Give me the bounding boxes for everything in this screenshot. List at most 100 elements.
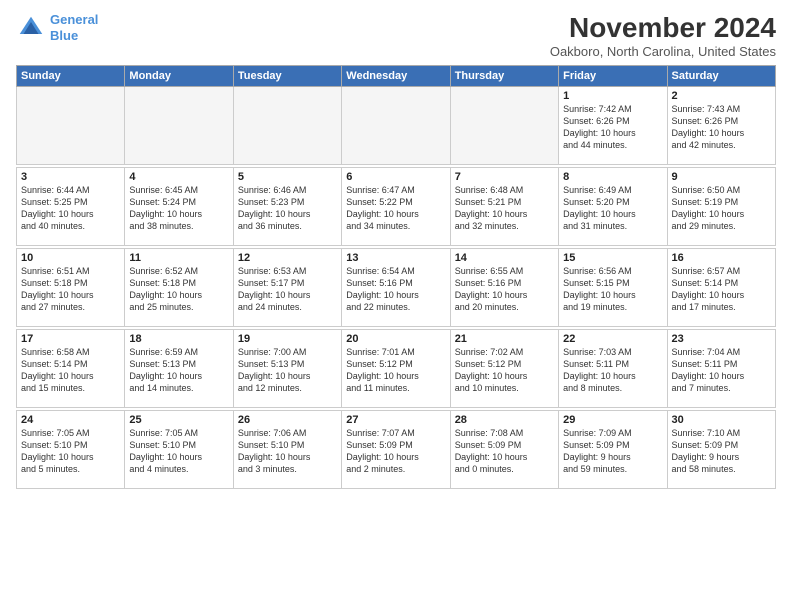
day-number: 22 [563, 333, 662, 345]
day-number: 1 [563, 90, 662, 102]
day-number: 7 [455, 171, 554, 183]
day-info: Sunrise: 6:55 AM Sunset: 5:16 PM Dayligh… [455, 265, 554, 314]
calendar-cell [17, 87, 125, 165]
day-number: 20 [346, 333, 445, 345]
day-number: 6 [346, 171, 445, 183]
location: Oakboro, North Carolina, United States [550, 44, 776, 59]
calendar-cell: 2Sunrise: 7:43 AM Sunset: 6:26 PM Daylig… [667, 87, 775, 165]
calendar-cell [450, 87, 558, 165]
day-number: 19 [238, 333, 337, 345]
day-info: Sunrise: 6:59 AM Sunset: 5:13 PM Dayligh… [129, 346, 228, 395]
day-number: 8 [563, 171, 662, 183]
day-number: 16 [672, 252, 771, 264]
day-info: Sunrise: 7:09 AM Sunset: 5:09 PM Dayligh… [563, 427, 662, 476]
calendar-cell: 25Sunrise: 7:05 AM Sunset: 5:10 PM Dayli… [125, 411, 233, 489]
day-number: 3 [21, 171, 120, 183]
day-info: Sunrise: 7:05 AM Sunset: 5:10 PM Dayligh… [21, 427, 120, 476]
day-info: Sunrise: 7:06 AM Sunset: 5:10 PM Dayligh… [238, 427, 337, 476]
day-number: 23 [672, 333, 771, 345]
day-number: 27 [346, 414, 445, 426]
header-thursday: Thursday [450, 66, 558, 87]
header-saturday: Saturday [667, 66, 775, 87]
day-info: Sunrise: 7:42 AM Sunset: 6:26 PM Dayligh… [563, 103, 662, 152]
calendar-cell [342, 87, 450, 165]
day-info: Sunrise: 6:54 AM Sunset: 5:16 PM Dayligh… [346, 265, 445, 314]
day-info: Sunrise: 6:58 AM Sunset: 5:14 PM Dayligh… [21, 346, 120, 395]
calendar-cell: 4Sunrise: 6:45 AM Sunset: 5:24 PM Daylig… [125, 168, 233, 246]
day-info: Sunrise: 6:45 AM Sunset: 5:24 PM Dayligh… [129, 184, 228, 233]
calendar-cell: 22Sunrise: 7:03 AM Sunset: 5:11 PM Dayli… [559, 330, 667, 408]
header-friday: Friday [559, 66, 667, 87]
calendar-cell: 23Sunrise: 7:04 AM Sunset: 5:11 PM Dayli… [667, 330, 775, 408]
day-number: 18 [129, 333, 228, 345]
calendar-cell: 15Sunrise: 6:56 AM Sunset: 5:15 PM Dayli… [559, 249, 667, 327]
calendar-cell: 17Sunrise: 6:58 AM Sunset: 5:14 PM Dayli… [17, 330, 125, 408]
calendar-cell: 21Sunrise: 7:02 AM Sunset: 5:12 PM Dayli… [450, 330, 558, 408]
logo-blue: Blue [50, 28, 78, 43]
day-info: Sunrise: 6:50 AM Sunset: 5:19 PM Dayligh… [672, 184, 771, 233]
header-tuesday: Tuesday [233, 66, 341, 87]
day-number: 12 [238, 252, 337, 264]
day-info: Sunrise: 6:51 AM Sunset: 5:18 PM Dayligh… [21, 265, 120, 314]
header-monday: Monday [125, 66, 233, 87]
calendar-cell: 13Sunrise: 6:54 AM Sunset: 5:16 PM Dayli… [342, 249, 450, 327]
day-info: Sunrise: 7:43 AM Sunset: 6:26 PM Dayligh… [672, 103, 771, 152]
calendar-table: Sunday Monday Tuesday Wednesday Thursday… [16, 65, 776, 489]
day-number: 26 [238, 414, 337, 426]
calendar-cell: 28Sunrise: 7:08 AM Sunset: 5:09 PM Dayli… [450, 411, 558, 489]
calendar-cell: 18Sunrise: 6:59 AM Sunset: 5:13 PM Dayli… [125, 330, 233, 408]
day-info: Sunrise: 7:01 AM Sunset: 5:12 PM Dayligh… [346, 346, 445, 395]
day-info: Sunrise: 7:05 AM Sunset: 5:10 PM Dayligh… [129, 427, 228, 476]
day-info: Sunrise: 6:52 AM Sunset: 5:18 PM Dayligh… [129, 265, 228, 314]
logo-general: General [50, 12, 98, 27]
day-info: Sunrise: 6:46 AM Sunset: 5:23 PM Dayligh… [238, 184, 337, 233]
calendar-cell: 10Sunrise: 6:51 AM Sunset: 5:18 PM Dayli… [17, 249, 125, 327]
calendar-cell: 14Sunrise: 6:55 AM Sunset: 5:16 PM Dayli… [450, 249, 558, 327]
day-number: 17 [21, 333, 120, 345]
calendar-cell: 29Sunrise: 7:09 AM Sunset: 5:09 PM Dayli… [559, 411, 667, 489]
day-info: Sunrise: 7:04 AM Sunset: 5:11 PM Dayligh… [672, 346, 771, 395]
day-number: 9 [672, 171, 771, 183]
calendar-cell: 20Sunrise: 7:01 AM Sunset: 5:12 PM Dayli… [342, 330, 450, 408]
calendar-cell: 6Sunrise: 6:47 AM Sunset: 5:22 PM Daylig… [342, 168, 450, 246]
day-number: 21 [455, 333, 554, 345]
day-number: 14 [455, 252, 554, 264]
day-info: Sunrise: 7:07 AM Sunset: 5:09 PM Dayligh… [346, 427, 445, 476]
logo: General Blue [16, 12, 98, 43]
day-info: Sunrise: 7:02 AM Sunset: 5:12 PM Dayligh… [455, 346, 554, 395]
day-number: 29 [563, 414, 662, 426]
day-number: 30 [672, 414, 771, 426]
calendar-cell: 12Sunrise: 6:53 AM Sunset: 5:17 PM Dayli… [233, 249, 341, 327]
day-number: 15 [563, 252, 662, 264]
header-sunday: Sunday [17, 66, 125, 87]
day-info: Sunrise: 6:47 AM Sunset: 5:22 PM Dayligh… [346, 184, 445, 233]
day-number: 11 [129, 252, 228, 264]
calendar-cell [233, 87, 341, 165]
day-number: 28 [455, 414, 554, 426]
calendar-cell: 1Sunrise: 7:42 AM Sunset: 6:26 PM Daylig… [559, 87, 667, 165]
calendar-cell: 9Sunrise: 6:50 AM Sunset: 5:19 PM Daylig… [667, 168, 775, 246]
day-number: 13 [346, 252, 445, 264]
day-number: 25 [129, 414, 228, 426]
month-title: November 2024 [550, 12, 776, 44]
calendar-cell: 11Sunrise: 6:52 AM Sunset: 5:18 PM Dayli… [125, 249, 233, 327]
calendar-cell: 8Sunrise: 6:49 AM Sunset: 5:20 PM Daylig… [559, 168, 667, 246]
day-info: Sunrise: 7:03 AM Sunset: 5:11 PM Dayligh… [563, 346, 662, 395]
logo-text: General Blue [50, 12, 98, 43]
day-number: 5 [238, 171, 337, 183]
day-info: Sunrise: 6:53 AM Sunset: 5:17 PM Dayligh… [238, 265, 337, 314]
day-info: Sunrise: 6:48 AM Sunset: 5:21 PM Dayligh… [455, 184, 554, 233]
day-info: Sunrise: 6:57 AM Sunset: 5:14 PM Dayligh… [672, 265, 771, 314]
weekday-header-row: Sunday Monday Tuesday Wednesday Thursday… [17, 66, 776, 87]
day-number: 4 [129, 171, 228, 183]
calendar-cell: 7Sunrise: 6:48 AM Sunset: 5:21 PM Daylig… [450, 168, 558, 246]
calendar-cell: 27Sunrise: 7:07 AM Sunset: 5:09 PM Dayli… [342, 411, 450, 489]
day-number: 24 [21, 414, 120, 426]
calendar-cell: 26Sunrise: 7:06 AM Sunset: 5:10 PM Dayli… [233, 411, 341, 489]
header: General Blue November 2024 Oakboro, Nort… [16, 12, 776, 59]
page-container: General Blue November 2024 Oakboro, Nort… [0, 0, 792, 612]
header-wednesday: Wednesday [342, 66, 450, 87]
calendar-cell: 24Sunrise: 7:05 AM Sunset: 5:10 PM Dayli… [17, 411, 125, 489]
day-info: Sunrise: 7:00 AM Sunset: 5:13 PM Dayligh… [238, 346, 337, 395]
calendar-cell: 30Sunrise: 7:10 AM Sunset: 5:09 PM Dayli… [667, 411, 775, 489]
